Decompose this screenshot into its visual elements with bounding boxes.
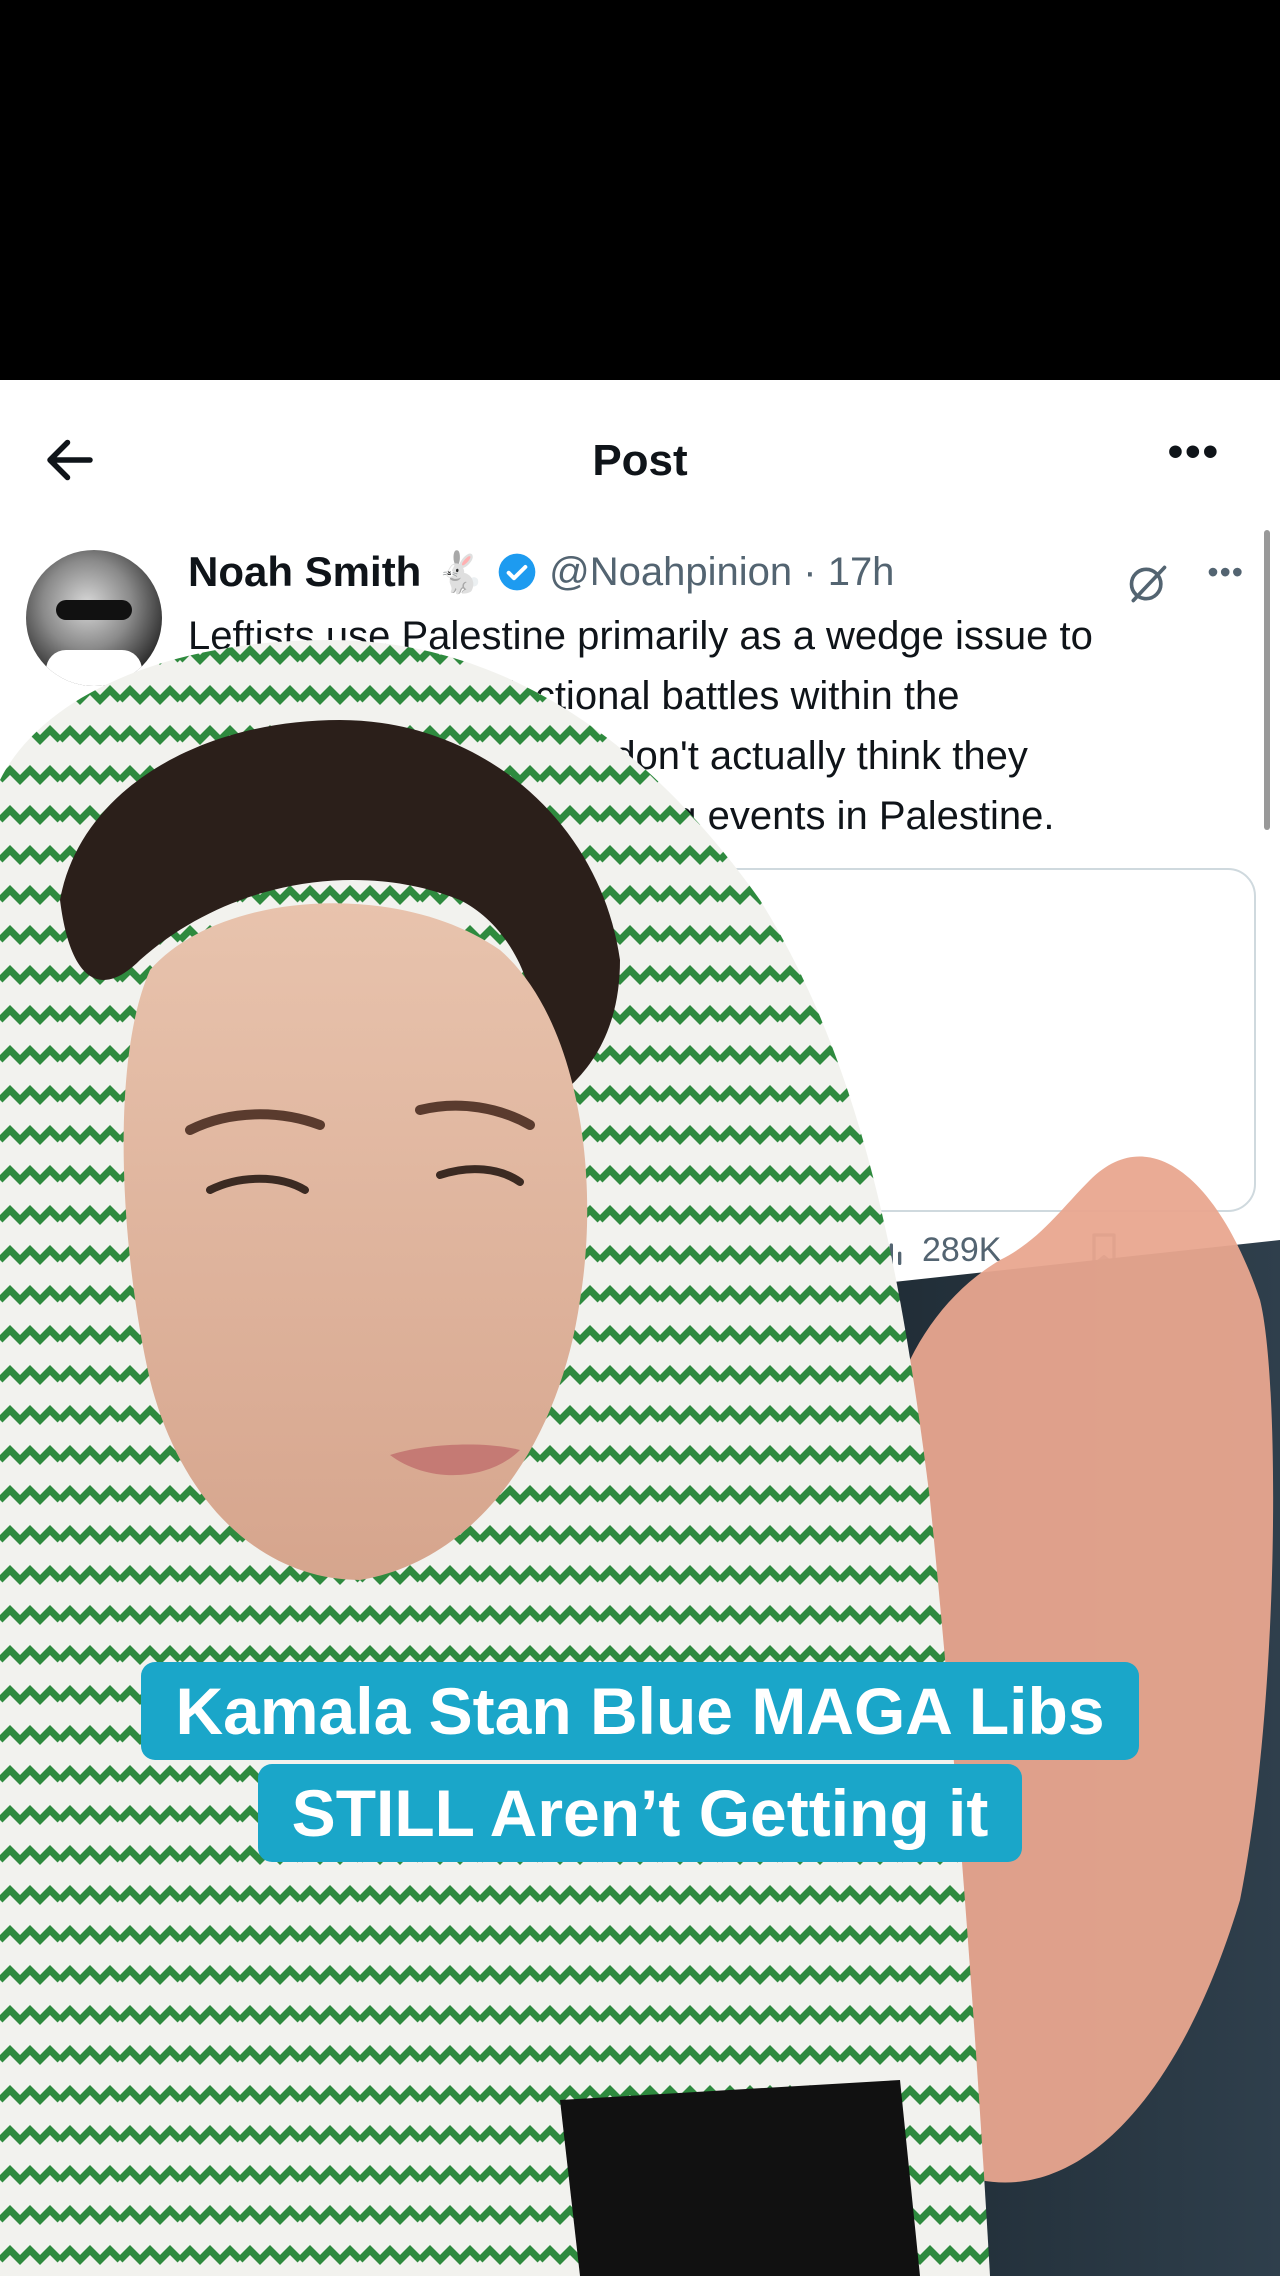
caption-line-2: STILL Aren’t Getting it — [257, 1764, 1023, 1862]
action-bar: 289K — [188, 1222, 1252, 1282]
tweet-text-line: have any chance of affecting events in P… — [188, 794, 1055, 838]
video-black-band — [0, 0, 1280, 380]
page-title: Post — [592, 436, 688, 485]
author-row: Noah Smith 🐇 @Noahpinion · 17h — [188, 542, 1250, 602]
more-horizontal-icon[interactable]: ••• — [1168, 430, 1220, 474]
quoted-tweet-card[interactable]: s @PokerPolitics · 1d d "Holocaust Harri… — [188, 868, 1256, 1212]
quote-text-line: StateDept/stat... — [220, 1099, 507, 1143]
tweet-text-line: Leftists use Palestine primarily as a we… — [188, 614, 1093, 658]
post-header: Post ••• — [0, 380, 1280, 485]
grok-icon[interactable] — [1126, 562, 1170, 606]
caption-line-1: Kamala Stan Blue MAGA Libs — [141, 1662, 1139, 1760]
quote-author: s @PokerPolitics · 1d — [220, 910, 586, 953]
quote-author-name: s — [220, 910, 242, 952]
rabbit-icon: 🐇 — [435, 550, 486, 595]
tweet-text-line: Democratic Party. They don't actually th… — [188, 734, 1028, 778]
quote-text-line: d "Holocaust Harris" — [220, 975, 578, 1019]
views-count: 289K — [922, 1230, 1002, 1269]
bar-chart-icon — [873, 1236, 902, 1265]
tweet-text-line: try to win internal factional battles wi… — [188, 674, 960, 718]
caption-overlay-2: STILL Aren’t Getting it — [0, 1764, 1280, 1862]
quote-handle-time: @PokerPolitics · 1d — [251, 910, 586, 952]
tweet-text: Leftists use Palestine primarily as a we… — [188, 606, 1258, 846]
author-name[interactable]: Noah Smith — [188, 548, 421, 596]
quote-text: d "Holocaust Harris" of Gaza in the hand… — [220, 966, 1220, 1152]
bookmark-icon[interactable] — [1084, 1228, 1124, 1272]
caption-overlay: Kamala Stan Blue MAGA Libs — [0, 1662, 1280, 1760]
verified-badge-icon — [498, 553, 536, 591]
scrollbar[interactable] — [1264, 530, 1270, 830]
avatar[interactable] — [26, 550, 162, 686]
x-post-screen: Post ••• Noah Smith 🐇 @Noahpinion · 17h … — [0, 380, 1280, 2276]
tweet-more-icon[interactable]: ••• — [1207, 554, 1244, 591]
author-handle-time[interactable]: @Noahpinion · 17h — [549, 550, 894, 595]
views-button[interactable]: 289K — [868, 1230, 1001, 1270]
quote-text-line: of Gaza in the hands — [220, 1037, 590, 1081]
